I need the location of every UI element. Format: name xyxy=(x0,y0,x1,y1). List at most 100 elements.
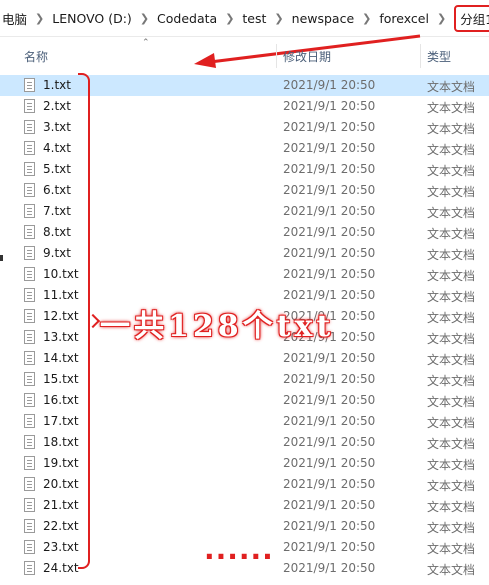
file-type: 文本文档 xyxy=(427,374,476,388)
file-row[interactable]: 14.txt 2021/9/1 20:50 文本文档 xyxy=(0,348,489,369)
file-type: 文本文档 xyxy=(427,164,476,178)
file-name: 12.txt xyxy=(43,309,79,323)
file-date: 2021/9/1 20:50 xyxy=(283,267,376,281)
text-file-icon xyxy=(24,246,35,260)
file-name: 3.txt xyxy=(43,120,71,134)
file-date: 2021/9/1 20:50 xyxy=(283,393,376,407)
chevron-right-icon[interactable]: ❯ xyxy=(29,12,50,25)
file-type: 文本文档 xyxy=(427,311,476,325)
file-date: 2021/9/1 20:50 xyxy=(283,456,376,470)
file-date: 2021/9/1 20:50 xyxy=(283,351,376,365)
breadcrumb-item-drive[interactable]: LENOVO (D:) xyxy=(50,11,134,26)
text-file-icon xyxy=(24,456,35,470)
breadcrumb-item-newspace[interactable]: newspace xyxy=(290,11,357,26)
text-file-icon xyxy=(24,498,35,512)
file-row[interactable]: 1.txt 2021/9/1 20:50 文本文档 xyxy=(0,75,489,96)
breadcrumb-current-folder[interactable]: 分组1 xyxy=(454,4,489,32)
file-type: 文本文档 xyxy=(427,227,476,241)
file-type: 文本文档 xyxy=(427,290,476,304)
file-row[interactable]: 8.txt 2021/9/1 20:50 文本文档 xyxy=(0,222,489,243)
file-type: 文本文档 xyxy=(427,395,476,409)
chevron-right-icon[interactable]: ❯ xyxy=(356,12,377,25)
file-row[interactable]: 17.txt 2021/9/1 20:50 文本文档 xyxy=(0,411,489,432)
column-header-date[interactable]: 修改日期 xyxy=(283,48,331,65)
column-divider[interactable] xyxy=(276,44,277,68)
file-date: 2021/9/1 20:50 xyxy=(283,225,376,239)
file-row[interactable]: 3.txt 2021/9/1 20:50 文本文档 xyxy=(0,117,489,138)
file-date: 2021/9/1 20:50 xyxy=(283,498,376,512)
file-row[interactable]: 5.txt 2021/9/1 20:50 文本文档 xyxy=(0,159,489,180)
file-type: 文本文档 xyxy=(427,80,476,94)
text-file-icon xyxy=(24,141,35,155)
file-date: 2021/9/1 20:50 xyxy=(283,120,376,134)
file-type: 文本文档 xyxy=(427,353,476,367)
file-type: 文本文档 xyxy=(427,269,476,283)
file-date: 2021/9/1 20:50 xyxy=(283,183,376,197)
file-row[interactable]: 6.txt 2021/9/1 20:50 文本文档 xyxy=(0,180,489,201)
text-file-icon xyxy=(24,540,35,554)
file-type: 文本文档 xyxy=(427,521,476,535)
file-date: 2021/9/1 20:50 xyxy=(283,162,376,176)
file-row[interactable]: 21.txt 2021/9/1 20:50 文本文档 xyxy=(0,495,489,516)
chevron-right-icon[interactable]: ❯ xyxy=(268,12,289,25)
file-name: 13.txt xyxy=(43,330,79,344)
text-file-icon xyxy=(24,78,35,92)
file-name: 24.txt xyxy=(43,561,79,575)
breadcrumb-item-pc[interactable]: 电脑 xyxy=(0,9,29,28)
file-type: 文本文档 xyxy=(427,437,476,451)
file-name: 21.txt xyxy=(43,498,79,512)
file-name: 6.txt xyxy=(43,183,71,197)
file-name: 20.txt xyxy=(43,477,79,491)
text-file-icon xyxy=(24,120,35,134)
text-file-icon xyxy=(24,162,35,176)
chevron-right-icon[interactable]: ❯ xyxy=(431,12,452,25)
file-name: 17.txt xyxy=(43,414,79,428)
text-file-icon xyxy=(24,288,35,302)
file-date: 2021/9/1 20:50 xyxy=(283,561,376,575)
file-type: 文本文档 xyxy=(427,458,476,472)
file-name: 16.txt xyxy=(43,393,79,407)
file-row[interactable]: 19.txt 2021/9/1 20:50 文本文档 xyxy=(0,453,489,474)
text-file-icon xyxy=(24,99,35,113)
file-name: 15.txt xyxy=(43,372,79,386)
file-type: 文本文档 xyxy=(427,332,476,346)
file-type: 文本文档 xyxy=(427,143,476,157)
column-header-row: ⌃ 名称 修改日期 类型 xyxy=(0,38,489,70)
file-date: 2021/9/1 20:50 xyxy=(283,288,376,302)
file-type: 文本文档 xyxy=(427,542,476,556)
text-file-icon xyxy=(24,309,35,323)
file-name: 14.txt xyxy=(43,351,79,365)
file-row[interactable]: 20.txt 2021/9/1 20:50 文本文档 xyxy=(0,474,489,495)
column-header-type[interactable]: 类型 xyxy=(427,48,451,65)
file-date: 2021/9/1 20:50 xyxy=(283,414,376,428)
file-row[interactable]: 18.txt 2021/9/1 20:50 文本文档 xyxy=(0,432,489,453)
chevron-right-icon[interactable]: ❯ xyxy=(219,12,240,25)
file-type: 文本文档 xyxy=(427,500,476,514)
file-row[interactable]: 10.txt 2021/9/1 20:50 文本文档 xyxy=(0,264,489,285)
file-type: 文本文档 xyxy=(427,416,476,430)
file-date: 2021/9/1 20:50 xyxy=(283,435,376,449)
file-row[interactable]: 7.txt 2021/9/1 20:50 文本文档 xyxy=(0,201,489,222)
text-file-icon xyxy=(24,414,35,428)
file-date: 2021/9/1 20:50 xyxy=(283,78,376,92)
file-type: 文本文档 xyxy=(427,479,476,493)
file-row[interactable]: 4.txt 2021/9/1 20:50 文本文档 xyxy=(0,138,489,159)
text-file-icon xyxy=(24,330,35,344)
file-row[interactable]: 9.txt 2021/9/1 20:50 文本文档 xyxy=(0,243,489,264)
column-header-name[interactable]: 名称 xyxy=(24,48,48,65)
file-row[interactable]: 16.txt 2021/9/1 20:50 文本文档 xyxy=(0,390,489,411)
file-name: 11.txt xyxy=(43,288,79,302)
column-divider[interactable] xyxy=(420,44,421,68)
breadcrumb-item-forexcel[interactable]: forexcel xyxy=(377,11,431,26)
file-date: 2021/9/1 20:50 xyxy=(283,540,376,554)
file-row[interactable]: 15.txt 2021/9/1 20:50 文本文档 xyxy=(0,369,489,390)
chevron-right-icon[interactable]: ❯ xyxy=(134,12,155,25)
breadcrumb-item-test[interactable]: test xyxy=(240,11,268,26)
file-name: 9.txt xyxy=(43,246,71,260)
file-name: 8.txt xyxy=(43,225,71,239)
file-row[interactable]: 2.txt 2021/9/1 20:50 文本文档 xyxy=(0,96,489,117)
window-edge-marker xyxy=(0,255,3,261)
file-date: 2021/9/1 20:50 xyxy=(283,246,376,260)
breadcrumb-item-codedata[interactable]: Codedata xyxy=(155,11,219,26)
file-date: 2021/9/1 20:50 xyxy=(283,141,376,155)
